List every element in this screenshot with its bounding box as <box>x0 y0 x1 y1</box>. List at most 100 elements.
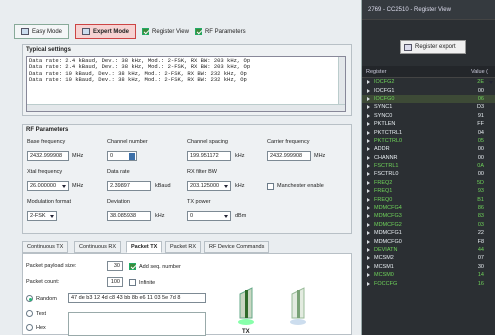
register-row[interactable]: FREQ0 B1 <box>362 195 495 203</box>
register-row[interactable]: MCSM0 14 <box>362 271 495 279</box>
add-seq-number-checkbox[interactable]: Add seq. number <box>129 263 181 270</box>
tx-antenna-icon[interactable] <box>236 284 256 328</box>
expand-arrow-icon[interactable] <box>362 113 374 118</box>
expand-arrow-icon[interactable] <box>362 122 374 127</box>
register-row[interactable]: FOCCFG 16 <box>362 279 495 287</box>
register-row[interactable]: FREQ2 5D <box>362 179 495 187</box>
list-item[interactable]: Data rate: 10 kBaud, Dev.: 38 kHz, Mod.:… <box>29 76 343 83</box>
register-name: PKTCTRL0 <box>374 137 403 144</box>
tab-packet-rx[interactable]: Packet RX <box>165 241 201 253</box>
register-row[interactable]: PKTLEN FF <box>362 120 495 128</box>
register-row[interactable]: MDMCFG0 F8 <box>362 237 495 245</box>
register-row[interactable]: MCSM2 07 <box>362 254 495 262</box>
expand-arrow-icon[interactable] <box>362 214 374 219</box>
packet-count-field[interactable]: 100 <box>107 277 123 287</box>
register-name: PKTLEN <box>374 121 396 128</box>
tab-continuous-rx[interactable]: Continuous RX <box>74 241 121 253</box>
tx-power-select[interactable]: 0 <box>187 211 231 221</box>
expand-arrow-icon[interactable] <box>362 206 374 211</box>
register-row[interactable]: FSCTRL0 00 <box>362 170 495 178</box>
typical-settings-list[interactable]: Data rate: 2.4 kBaud, Dev.: 38 kHz, Mod.… <box>26 56 346 112</box>
register-row[interactable]: MCSM1 30 <box>362 263 495 271</box>
horizontal-scrollbar[interactable] <box>27 104 345 111</box>
expand-arrow-icon[interactable] <box>362 197 374 202</box>
register-row[interactable]: FREQ1 93 <box>362 187 495 195</box>
expert-mode-label: Expert Mode <box>93 28 130 35</box>
expand-arrow-icon[interactable] <box>362 147 374 152</box>
rx-filter-bw-select[interactable]: 203.125000 <box>187 181 231 191</box>
register-row[interactable]: IOCFG0 06 <box>362 94 495 104</box>
infinite-checkbox[interactable]: Infinite <box>129 279 155 286</box>
packet-data-textarea[interactable] <box>68 312 206 336</box>
modulation-format-label: Modulation format <box>27 199 72 205</box>
deviation-field[interactable]: 38.085938 <box>107 211 151 221</box>
register-row[interactable]: PKTCTRL0 05 <box>362 137 495 145</box>
expand-arrow-icon[interactable] <box>362 164 374 169</box>
carrier-frequency-field[interactable]: 2432.999908 <box>267 151 311 161</box>
expand-arrow-icon[interactable] <box>362 273 374 278</box>
expand-arrow-icon[interactable] <box>362 222 374 227</box>
spinner-icon[interactable] <box>129 153 135 160</box>
register-value: 44 <box>477 247 484 253</box>
expand-arrow-icon[interactable] <box>362 155 374 160</box>
register-row[interactable]: PKTCTRL1 04 <box>362 128 495 136</box>
expand-arrow-icon[interactable] <box>362 189 374 194</box>
register-view-checkbox[interactable]: Register View <box>142 28 189 35</box>
rx-antenna-icon[interactable] <box>288 284 308 328</box>
expand-arrow-icon[interactable] <box>362 256 374 261</box>
register-row[interactable]: SYNC1 D3 <box>362 103 495 111</box>
register-row[interactable]: ADDR 00 <box>362 145 495 153</box>
hex-radio[interactable]: Hex <box>26 324 46 331</box>
data-rate-label: Data rate <box>107 169 130 175</box>
tab-rf-device-commands[interactable]: RF Device Commands <box>204 241 270 253</box>
easy-mode-button[interactable]: Easy Mode <box>14 24 70 39</box>
expand-arrow-icon[interactable] <box>362 281 374 286</box>
vertical-scrollbar[interactable] <box>338 57 345 111</box>
expand-arrow-icon[interactable] <box>362 248 374 252</box>
channel-spacing-field[interactable]: 199.951172 <box>187 151 231 161</box>
register-row[interactable]: SYNC0 91 <box>362 112 495 120</box>
register-row[interactable]: IOCFG1 00 <box>362 86 495 94</box>
register-row[interactable]: MDMCFG1 22 <box>362 229 495 237</box>
register-row[interactable]: MDMCFG3 83 <box>362 212 495 220</box>
manchester-checkbox[interactable] <box>267 183 274 190</box>
xtal-frequency-label: Xtal frequency <box>27 169 63 175</box>
expand-arrow-icon[interactable] <box>362 105 374 110</box>
channel-number-field[interactable]: 0 <box>107 151 137 161</box>
register-name: IOCFG2 <box>374 79 395 86</box>
base-frequency-field[interactable]: 2432.999908 <box>27 151 69 161</box>
register-name: IOCFG0 <box>374 95 395 102</box>
expand-arrow-icon[interactable] <box>362 96 374 101</box>
expand-arrow-icon[interactable] <box>362 88 374 93</box>
register-row[interactable]: DEVIATN 44 <box>362 246 495 254</box>
tab-continuous-tx[interactable]: Continuous TX <box>22 241 69 253</box>
payload-size-field[interactable]: 30 <box>107 261 123 271</box>
expand-arrow-icon[interactable] <box>362 264 374 269</box>
xtal-frequency-select[interactable]: 26.000000 <box>27 181 69 191</box>
expand-arrow-icon[interactable] <box>362 239 374 244</box>
expand-arrow-icon[interactable] <box>362 138 374 143</box>
register-row[interactable]: CHANNR 00 <box>362 154 495 162</box>
register-row[interactable]: FSCTRL1 0A <box>362 162 495 170</box>
tab-packet-tx[interactable]: Packet TX <box>126 241 163 253</box>
expand-arrow-icon[interactable] <box>362 180 374 185</box>
rf-parameters-checkbox[interactable]: RF Parameters <box>194 28 246 35</box>
register-row[interactable]: MDMCFG2 03 <box>362 221 495 229</box>
checkbox-checked-icon <box>129 263 136 270</box>
expand-arrow-icon[interactable] <box>362 172 374 177</box>
expand-arrow-icon[interactable] <box>362 231 374 236</box>
data-rate-field[interactable]: 2.39897 <box>107 181 151 191</box>
register-export-button[interactable]: Register export <box>400 40 466 54</box>
register-value: 07 <box>477 255 484 262</box>
expert-mode-button[interactable]: Expert Mode <box>75 24 137 39</box>
register-name: MCSM1 <box>374 263 394 270</box>
text-radio[interactable]: Text <box>26 310 46 317</box>
register-value: 22 <box>477 230 484 237</box>
random-data-field[interactable]: 47 de b3 12 4d c8 43 bb 8b e6 11 03 5e 7… <box>68 293 206 303</box>
modulation-format-select[interactable]: 2-FSK <box>27 211 57 221</box>
expand-arrow-icon[interactable] <box>362 80 374 85</box>
expand-arrow-icon[interactable] <box>362 130 374 135</box>
random-radio[interactable]: Random <box>26 295 57 302</box>
register-row[interactable]: IOCFG2 2E <box>362 78 495 86</box>
register-row[interactable]: MDMCFG4 86 <box>362 204 495 212</box>
